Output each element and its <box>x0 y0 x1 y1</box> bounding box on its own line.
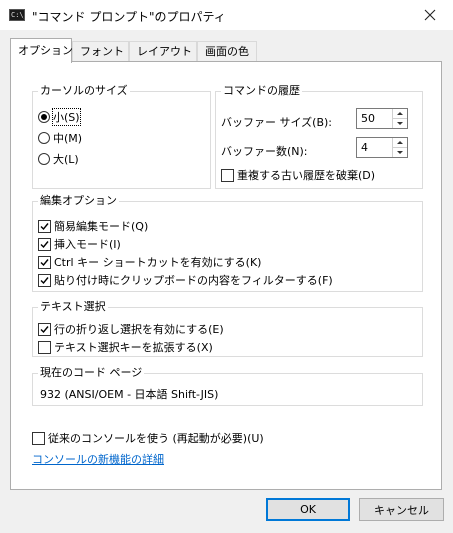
checkbox-checked[interactable] <box>38 255 51 269</box>
buffer-count-spinner[interactable]: 4 <box>356 137 408 158</box>
edit-options-title: 編集オプション <box>38 194 119 208</box>
checkbox-checked[interactable] <box>38 237 51 251</box>
tab-colors[interactable]: 画面の色 <box>197 41 257 62</box>
line-wrap-option[interactable]: 行の折り返し選択を有効にする(E) <box>38 321 224 337</box>
checkbox[interactable] <box>221 168 234 182</box>
checkmark-icon <box>40 276 49 284</box>
discard-duplicates-label: 重複する古い履歴を破棄(D) <box>237 169 376 182</box>
codepage-value: 932 (ANSI/OEM - 日本語 Shift-JIS) <box>40 388 219 401</box>
buffer-count-label: バッファー数(N): <box>221 145 308 158</box>
edit-options-group: 編集オプション 簡易編集モード(Q) 挿入モード(I) Ctrl キー ショート… <box>32 194 423 292</box>
cancel-button-label: キャンセル <box>374 503 429 517</box>
radio-button[interactable] <box>38 153 50 165</box>
text-selection-title: テキスト選択 <box>38 300 108 314</box>
close-button[interactable] <box>407 0 453 30</box>
buffer-size-value[interactable]: 50 <box>361 112 375 125</box>
arrow-up-icon <box>397 141 403 144</box>
quick-edit-label: 簡易編集モード(Q) <box>54 220 149 233</box>
line-wrap-label: 行の折り返し選択を有効にする(E) <box>54 323 224 336</box>
checkbox[interactable] <box>38 340 51 354</box>
ctrl-shortcuts-option[interactable]: Ctrl キー ショートカットを有効にする(K) <box>38 254 261 270</box>
cursor-size-group: カーソルのサイズ 小(S) 中(M) 大(L) <box>32 84 211 189</box>
buffer-count-value[interactable]: 4 <box>361 141 368 154</box>
window-title: "コマンド プロンプト"のプロパティ <box>32 10 226 24</box>
learn-more-link[interactable]: コンソールの新機能の詳細 <box>32 451 164 467</box>
filter-clipboard-label: 貼り付け時にクリップボードの内容をフィルターする(F) <box>54 274 333 287</box>
cursor-medium-option[interactable]: 中(M) <box>38 130 82 146</box>
checkbox[interactable] <box>32 431 45 445</box>
legacy-console-label: 従来のコンソールを使う (再起動が必要)(U) <box>48 432 264 445</box>
filter-clipboard-option[interactable]: 貼り付け時にクリップボードの内容をフィルターする(F) <box>38 272 333 288</box>
cursor-large-label: 大(L) <box>53 153 79 166</box>
ctrl-shortcuts-label: Ctrl キー ショートカットを有効にする(K) <box>54 256 262 269</box>
spinner-buttons <box>392 109 407 128</box>
checkbox-checked[interactable] <box>38 322 51 336</box>
ok-button[interactable]: OK <box>266 498 350 521</box>
insert-mode-option[interactable]: 挿入モード(I) <box>38 236 121 252</box>
close-icon <box>424 9 436 21</box>
spinner-buttons <box>392 138 407 157</box>
cursor-medium-label: 中(M) <box>53 132 83 145</box>
extend-keys-option[interactable]: テキスト選択キーを拡張する(X) <box>38 339 213 355</box>
arrow-down-icon <box>397 122 403 125</box>
spin-down-button[interactable] <box>393 148 407 157</box>
tab-options[interactable]: オプション <box>10 38 73 63</box>
tab-font[interactable]: フォント <box>72 41 129 62</box>
checkbox-checked[interactable] <box>38 273 51 287</box>
tab-label: レイアウト <box>137 45 192 58</box>
title-bar: C:\_ "コマンド プロンプト"のプロパティ <box>0 0 453 30</box>
command-history-title: コマンドの履歴 <box>221 84 302 98</box>
tab-label: フォント <box>80 45 124 58</box>
command-history-group: コマンドの履歴 バッファー サイズ(B): 50 バッファー数(N): 4 重複… <box>215 84 423 189</box>
extend-keys-label: テキスト選択キーを拡張する(X) <box>54 341 213 354</box>
cursor-large-option[interactable]: 大(L) <box>38 151 79 167</box>
cancel-button[interactable]: キャンセル <box>359 498 444 521</box>
text-selection-group: テキスト選択 行の折り返し選択を有効にする(E) テキスト選択キーを拡張する(X… <box>32 300 423 357</box>
checkmark-icon <box>40 222 49 230</box>
codepage-group: 現在のコード ページ 932 (ANSI/OEM - 日本語 Shift-JIS… <box>32 366 423 406</box>
radio-button[interactable] <box>38 132 50 144</box>
options-panel: カーソルのサイズ 小(S) 中(M) 大(L) コマンドの履歴 バッファー サイ… <box>10 61 442 490</box>
buffer-size-spinner[interactable]: 50 <box>356 108 408 129</box>
checkmark-icon <box>40 325 49 333</box>
insert-mode-label: 挿入モード(I) <box>54 238 121 251</box>
tab-label: 画面の色 <box>205 45 249 58</box>
spin-up-button[interactable] <box>393 138 407 148</box>
checkmark-icon <box>40 240 49 248</box>
arrow-up-icon <box>397 112 403 115</box>
checkbox-checked[interactable] <box>38 219 51 233</box>
arrow-down-icon <box>397 151 403 154</box>
tab-layout[interactable]: レイアウト <box>129 41 197 62</box>
cursor-small-label: 小(S) <box>52 108 81 126</box>
codepage-title: 現在のコード ページ <box>38 366 145 380</box>
cmd-window-icon: C:\_ <box>9 9 25 21</box>
legacy-console-option[interactable]: 従来のコンソールを使う (再起動が必要)(U) <box>32 430 264 446</box>
buffer-size-label: バッファー サイズ(B): <box>221 116 333 129</box>
radio-button-checked[interactable] <box>38 111 50 123</box>
cursor-small-option[interactable]: 小(S) <box>38 108 81 126</box>
discard-duplicates-option[interactable]: 重複する古い履歴を破棄(D) <box>221 167 375 183</box>
spin-up-button[interactable] <box>393 109 407 119</box>
checkmark-icon <box>40 258 49 266</box>
cursor-size-title: カーソルのサイズ <box>38 84 130 98</box>
tab-label: オプション <box>18 44 73 57</box>
tab-strip: オプション フォント レイアウト 画面の色 <box>10 38 443 63</box>
quick-edit-option[interactable]: 簡易編集モード(Q) <box>38 218 148 234</box>
ok-button-label: OK <box>300 503 316 516</box>
spin-down-button[interactable] <box>393 119 407 128</box>
